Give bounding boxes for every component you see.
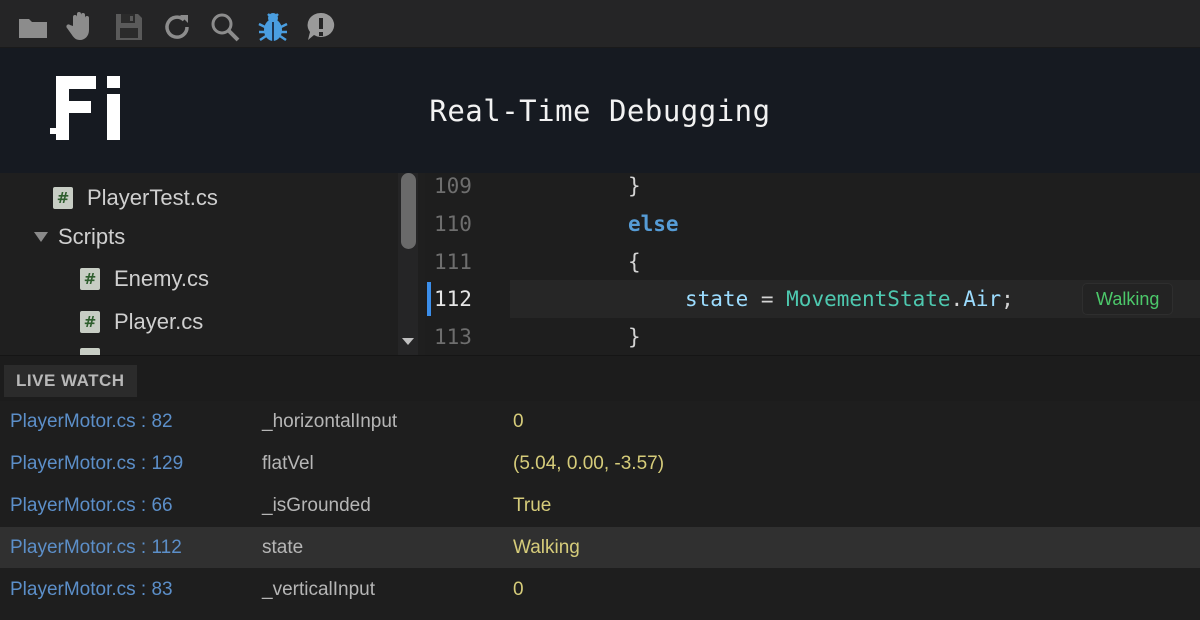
watch-location-link[interactable]: PlayerMotor.cs : 129 [10, 453, 183, 475]
alert-icon[interactable] [302, 8, 340, 46]
watch-row[interactable]: PlayerMotor.cs : 129 flatVel (5.04, 0.00… [0, 443, 1200, 484]
code-type: MovementState [786, 287, 951, 311]
toolbar [0, 0, 1200, 48]
folder-icon[interactable] [14, 8, 52, 46]
watch-row[interactable]: PlayerMotor.cs : 83 _verticalInput 0 [0, 569, 1200, 610]
bug-icon[interactable] [254, 8, 292, 46]
watch-row-selected[interactable]: PlayerMotor.cs : 112 state Walking [0, 527, 1200, 568]
watch-value: 0 [513, 578, 524, 600]
breakpoint-marker[interactable] [427, 282, 431, 316]
line-gutter: 109 110 111 112 113 [425, 173, 510, 355]
tree-scrollbar-thumb[interactable] [401, 173, 416, 249]
tree-item-label: Scripts [58, 224, 126, 249]
tree-item-label: Enemy.cs [114, 266, 209, 291]
watch-value: (5.04, 0.00, -3.57) [513, 452, 665, 474]
code-line-112: state = MovementState. Air; [685, 280, 1014, 318]
line-number: 109 [434, 174, 472, 198]
chevron-down-icon[interactable] [34, 232, 48, 242]
live-watch-panel: LIVE WATCH PlayerMotor.cs : 82 _horizont… [0, 355, 1200, 620]
csharp-file-icon [80, 348, 100, 355]
code-token: { [628, 250, 641, 274]
code-dot: . [950, 287, 964, 311]
watch-row[interactable]: PlayerMotor.cs : 66 _isGrounded True [0, 485, 1200, 526]
csharp-file-icon: # [80, 311, 100, 333]
watch-row[interactable]: PlayerMotor.cs : 82 _horizontalInput 0 [0, 401, 1200, 442]
code-line-109: } [628, 173, 641, 205]
hand-icon[interactable] [62, 8, 100, 46]
line-number: 111 [434, 250, 472, 274]
watch-variable: _horizontalInput [262, 410, 398, 432]
line-number: 113 [434, 325, 472, 349]
code-token: } [628, 174, 641, 198]
line-number: 110 [434, 212, 472, 236]
tree-folder-scripts[interactable]: Scripts [34, 219, 125, 255]
line-number-active: 112 [434, 287, 472, 311]
watch-variable: flatVel [262, 452, 314, 474]
code-identifier: state [685, 287, 749, 311]
tab-live-watch[interactable]: LIVE WATCH [4, 365, 137, 397]
banner: Real-Time Debugging [0, 48, 1200, 173]
tree-item-enemy[interactable]: # Enemy.cs [80, 261, 209, 297]
watch-variable: _isGrounded [262, 494, 371, 516]
code-line-110: else [628, 205, 679, 243]
code-member: Air [963, 287, 1002, 311]
code-token: } [628, 325, 641, 349]
tree-item-player[interactable]: # Player.cs [80, 304, 203, 340]
inline-value-badge: Walking [1082, 283, 1174, 315]
scroll-down-icon[interactable] [402, 338, 414, 345]
file-tree: # PlayerTest.cs Scripts # Enemy.cs # Pla… [0, 173, 425, 355]
watch-location-link[interactable]: PlayerMotor.cs : 112 [10, 537, 182, 559]
watch-variable: _verticalInput [262, 578, 376, 600]
watch-value: True [513, 494, 552, 516]
tree-item-label: Player.cs [114, 309, 204, 334]
csharp-file-icon: # [80, 268, 100, 290]
save-icon[interactable] [110, 8, 148, 46]
code-semicolon: ; [1001, 287, 1014, 311]
watch-value: 0 [513, 410, 524, 432]
code-editor[interactable]: 109 110 111 112 113 } else { state = Mov… [425, 173, 1200, 355]
refresh-icon[interactable] [158, 8, 196, 46]
watch-location-link[interactable]: PlayerMotor.cs : 66 [10, 495, 173, 517]
watch-value: Walking [513, 536, 580, 558]
watch-location-link[interactable]: PlayerMotor.cs : 83 [10, 579, 173, 601]
code-line-113: } [628, 318, 641, 355]
csharp-file-icon: # [53, 187, 73, 209]
code-operator: = [748, 287, 787, 311]
tree-item-playertest[interactable]: # PlayerTest.cs [53, 180, 218, 216]
watch-location-link[interactable]: PlayerMotor.cs : 82 [10, 411, 173, 433]
watch-variable: state [262, 536, 304, 558]
search-icon[interactable] [206, 8, 244, 46]
tree-item-label: PlayerTest.cs [87, 185, 218, 210]
code-line-111: { [628, 243, 641, 281]
banner-title: Real-Time Debugging [429, 93, 771, 128]
live-watch-header: LIVE WATCH [0, 355, 1200, 401]
code-keyword: else [628, 212, 679, 236]
